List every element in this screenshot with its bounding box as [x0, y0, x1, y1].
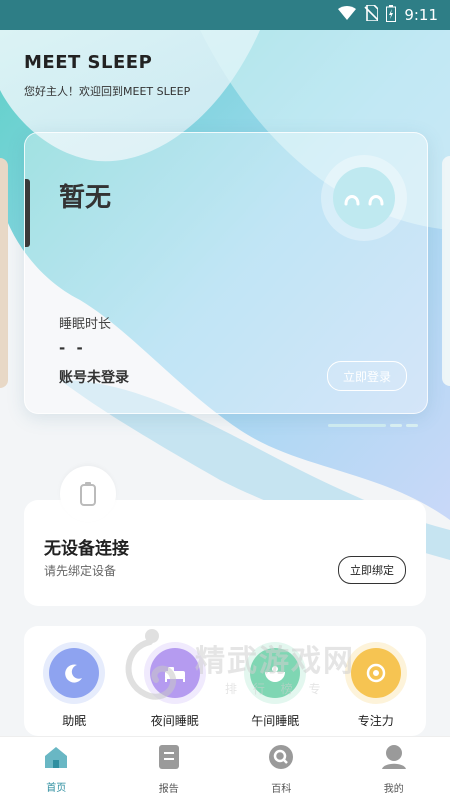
status-bar: 9:11 — [0, 0, 450, 30]
tab-label: 百科 — [271, 783, 292, 795]
tab-label: 我的 — [383, 783, 404, 795]
app-title: MEET SLEEP — [24, 52, 153, 73]
feature-nap[interactable]: 午间睡眠 — [235, 648, 315, 736]
carousel-indicator — [328, 424, 418, 427]
header: MEET SLEEP 您好主人！欢迎回到MEET SLEEP — [24, 52, 190, 99]
focus-icon — [350, 648, 401, 698]
bottom-tab-bar: 首页 报告 百科 我的 — [0, 736, 450, 801]
carousel-dot — [406, 424, 418, 427]
feature-label: 助眠 — [62, 714, 87, 728]
tab-profile[interactable]: 我的 — [354, 744, 434, 795]
tab-label: 报告 — [158, 783, 179, 795]
feature-focus[interactable]: 专注力 — [336, 648, 416, 736]
no-sim-icon — [364, 4, 380, 25]
device-title: 无设备连接 — [44, 539, 129, 559]
carousel-prev-card[interactable] — [0, 158, 8, 388]
bowl-icon — [250, 648, 301, 698]
bind-device-button[interactable]: 立即绑定 — [338, 556, 406, 584]
tab-encyclopedia[interactable]: 百科 — [241, 744, 321, 795]
feature-sleep-aid[interactable]: 助眠 — [34, 648, 114, 736]
status-time: 9:11 — [404, 6, 438, 24]
report-icon — [158, 744, 180, 774]
feature-label: 夜间睡眠 — [150, 714, 199, 728]
device-icon — [60, 466, 116, 522]
device-subtitle: 请先绑定设备 — [44, 564, 117, 578]
search-icon — [268, 744, 294, 774]
battery-icon — [386, 4, 397, 26]
account-status-text: 账号未登录 — [59, 370, 129, 386]
feature-label: 专注力 — [357, 714, 394, 728]
wifi-icon — [338, 6, 357, 24]
sleep-status-card[interactable]: 暂无 睡眠时长 - - 账号未登录 立即登录 — [24, 132, 428, 414]
carousel-dot-active — [328, 424, 386, 427]
profile-icon — [381, 744, 407, 774]
smiley-face-icon — [321, 155, 407, 241]
feature-label: 午间睡眠 — [251, 714, 300, 728]
tab-label: 首页 — [46, 782, 67, 794]
home-icon — [43, 745, 69, 773]
tab-home[interactable]: 首页 — [16, 745, 96, 794]
moon-icon — [49, 648, 100, 698]
login-button[interactable]: 立即登录 — [327, 361, 407, 391]
carousel-dot — [390, 424, 402, 427]
sleep-card-title: 暂无 — [59, 183, 112, 213]
card-accent-bar — [25, 179, 30, 247]
tab-report[interactable]: 报告 — [129, 744, 209, 795]
sleep-duration-value: - - — [59, 339, 86, 357]
sleep-duration-label: 睡眠时长 — [59, 317, 112, 332]
carousel-next-card[interactable] — [442, 156, 450, 386]
feature-night-sleep[interactable]: 夜间睡眠 — [135, 648, 215, 736]
feature-shortcuts: 助眠 夜间睡眠 午间睡眠 专注力 — [24, 626, 426, 736]
greeting-text: 您好主人！欢迎回到MEET SLEEP — [24, 85, 191, 98]
bed-icon — [149, 648, 200, 698]
